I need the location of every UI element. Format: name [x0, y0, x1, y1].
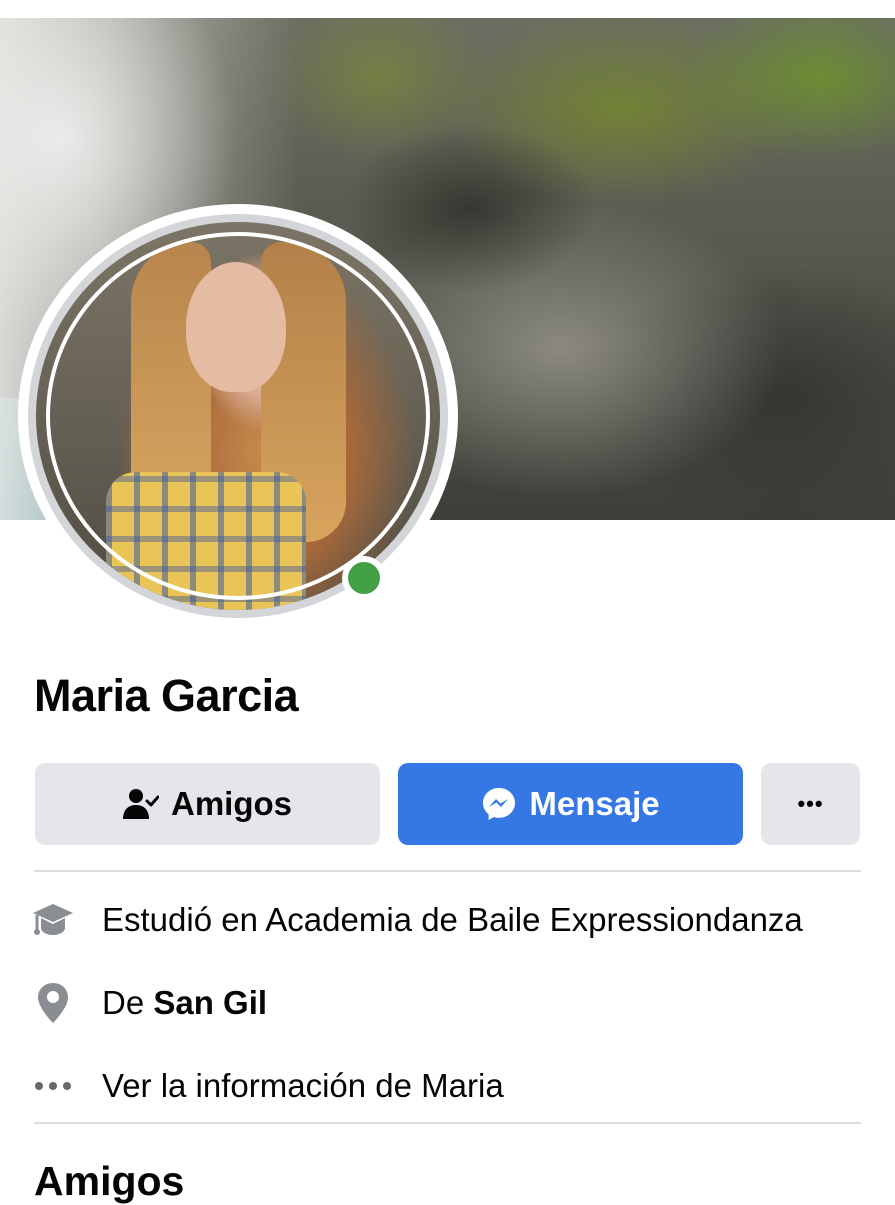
friends-section-title: Amigos — [34, 1158, 185, 1204]
divider-top — [34, 870, 861, 872]
ellipsis-icon — [30, 1063, 76, 1109]
about-text: Ver la información de Maria — [102, 1067, 504, 1104]
location-text: De San Gil — [102, 984, 267, 1022]
online-status-dot — [342, 556, 386, 600]
more-dots-icon: ••• — [797, 791, 824, 816]
info-row-education[interactable]: Estudió en Academia de Baile Expressiond… — [30, 890, 870, 950]
messenger-icon — [481, 786, 517, 822]
message-button[interactable]: Mensaje — [398, 763, 743, 845]
profile-avatar[interactable] — [28, 214, 448, 618]
friends-button[interactable]: Amigos — [35, 763, 380, 845]
location-pin-icon — [30, 980, 76, 1026]
info-row-about[interactable]: Ver la información de Maria — [30, 1056, 870, 1116]
graduation-cap-icon — [30, 897, 76, 943]
friends-button-label: Amigos — [170, 785, 292, 822]
person-check-icon — [122, 787, 159, 821]
message-button-label: Mensaje — [529, 785, 660, 822]
divider-bottom — [34, 1122, 861, 1124]
top-strip — [0, 0, 895, 18]
location-prefix: De — [102, 984, 154, 1021]
info-row-location[interactable]: De San Gil — [30, 973, 870, 1033]
location-city[interactable]: San Gil — [153, 984, 267, 1021]
profile-name: Maria Garcia — [34, 670, 299, 721]
more-options-button[interactable]: ••• — [761, 763, 860, 845]
education-text: Estudió en Academia de Baile Expressiond… — [102, 901, 803, 938]
avatar-inner-ring — [46, 232, 430, 600]
